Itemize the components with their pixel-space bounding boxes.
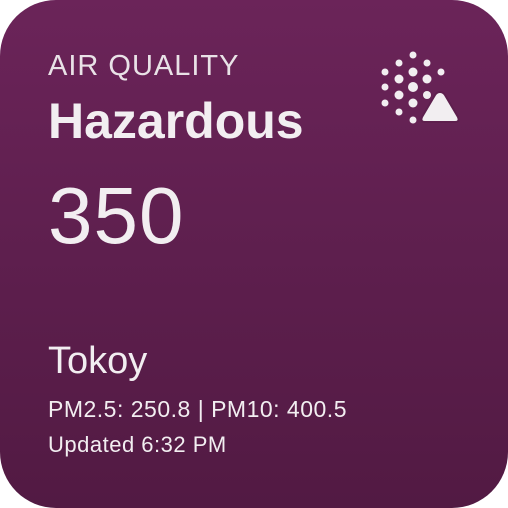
air-quality-warning-icon xyxy=(381,51,460,124)
air-quality-widget[interactable]: AIR QUALITY Hazardous 350 Tokoy PM2.5: 2… xyxy=(0,0,508,508)
